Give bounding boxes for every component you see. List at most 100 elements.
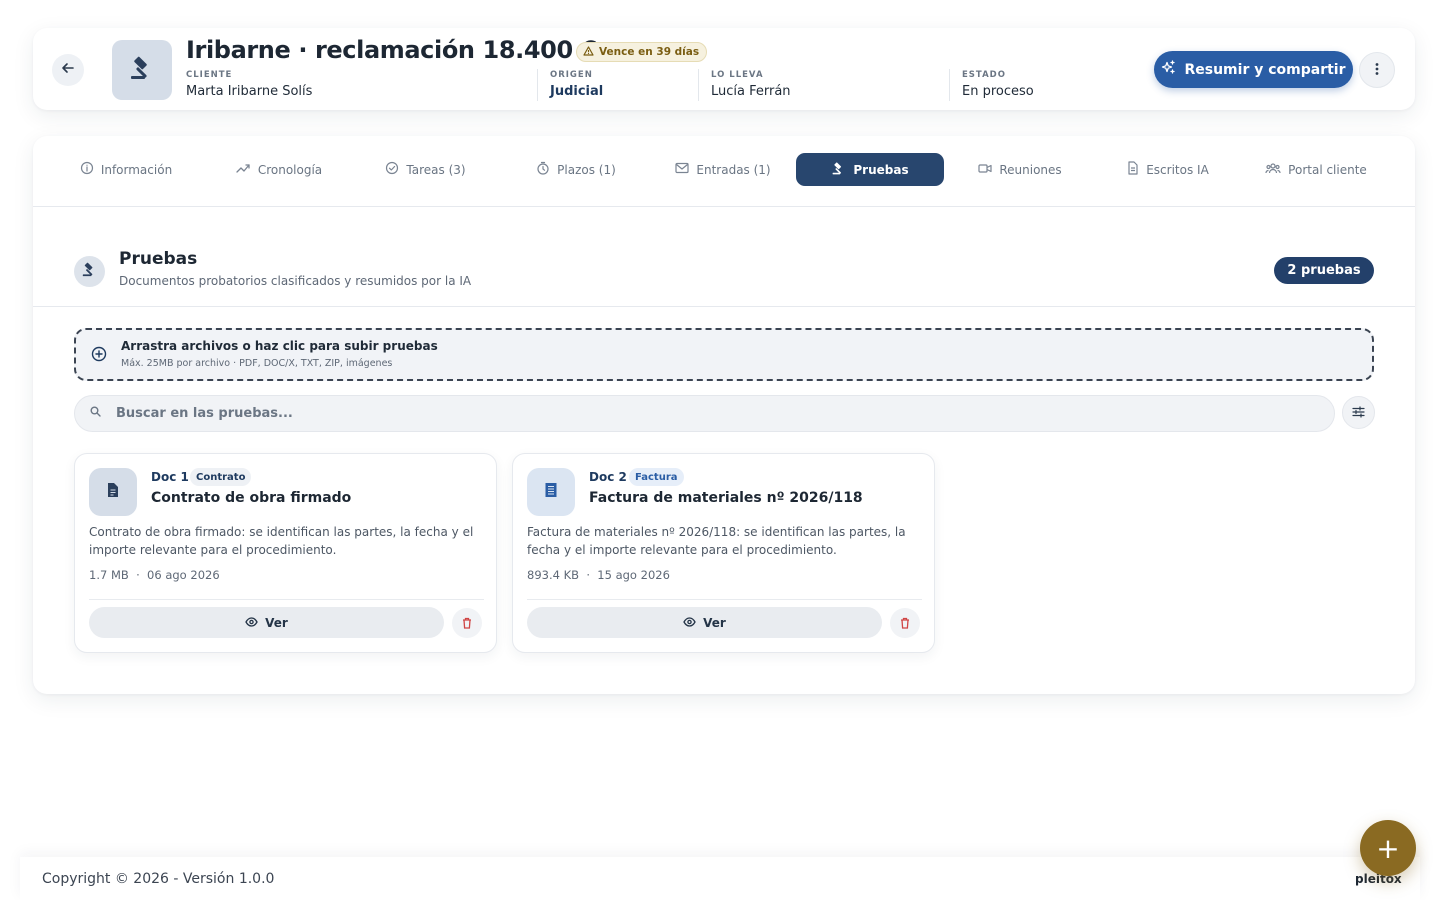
plus-circle-icon xyxy=(91,346,107,366)
add-fab-button[interactable]: + xyxy=(1360,820,1416,876)
more-vertical-icon xyxy=(1375,61,1379,80)
evidence-panel: Información Cronología Tareas (3) Plazos… xyxy=(33,136,1415,694)
document-type-badge: Contrato xyxy=(190,468,252,486)
tab-label: Información xyxy=(100,162,173,177)
warning-icon xyxy=(583,45,594,59)
tab-escritos-ia[interactable]: Escritos IA xyxy=(1118,153,1218,186)
document-summary: Contrato de obra firmado: se identifican… xyxy=(89,525,474,557)
receipt-icon xyxy=(544,482,558,502)
meta-origin: ORIGEN Judicial xyxy=(550,70,603,99)
meta-value[interactable]: Judicial xyxy=(550,84,603,99)
tab-label: Cronología xyxy=(257,162,323,177)
document-date: 06 ago 2026 xyxy=(147,568,220,582)
delete-button[interactable] xyxy=(890,608,920,638)
evidence-count-badge: 2 pruebas xyxy=(1274,257,1374,284)
tab-entradas[interactable]: Entradas (1) xyxy=(668,153,778,186)
view-button[interactable]: Ver xyxy=(89,607,444,638)
case-title: Iribarne · reclamación 18.400 € xyxy=(186,36,598,64)
search-input[interactable] xyxy=(116,396,1316,431)
document-meta: 1.7 MB · 06 ago 2026 xyxy=(89,568,220,582)
divider xyxy=(33,306,1415,307)
trend-icon xyxy=(236,162,251,177)
tab-pruebas[interactable]: Pruebas xyxy=(796,153,944,186)
meta-value: Lucía Ferrán xyxy=(711,84,791,99)
users-icon xyxy=(1265,162,1281,177)
upload-dropzone[interactable]: Arrastra archivos o haz clic para subir … xyxy=(74,328,1374,381)
tab-tareas[interactable]: Tareas (3) xyxy=(373,153,478,186)
due-date-label: Vence en 39 días xyxy=(599,46,700,58)
separator: · xyxy=(582,568,594,582)
tab-informacion[interactable]: Información xyxy=(66,153,186,186)
view-button[interactable]: Ver xyxy=(527,607,882,638)
footer: Copyright © 2026 - Versión 1.0.0 pleitox xyxy=(20,857,1420,900)
eye-icon xyxy=(245,616,258,630)
meta-assignee: LO LLEVA Lucía Ferrán xyxy=(711,70,791,99)
back-button[interactable] xyxy=(52,54,84,86)
info-icon xyxy=(80,161,94,178)
document-name: Factura de materiales nº 2026/118 xyxy=(589,490,863,506)
evidence-search xyxy=(74,395,1335,432)
plus-icon: + xyxy=(1376,831,1400,865)
section-title: Pruebas xyxy=(119,249,198,269)
sliders-icon xyxy=(1352,403,1365,422)
view-label: Ver xyxy=(265,615,288,630)
tab-label: Reuniones xyxy=(999,162,1062,177)
tab-reuniones[interactable]: Reuniones xyxy=(970,153,1070,186)
evidence-card: Doc 1 Contrato Contrato de obra firmado … xyxy=(74,453,497,653)
trash-icon xyxy=(462,614,472,633)
meta-label: CLIENTE xyxy=(186,70,233,80)
dropzone-title: Arrastra archivos o haz clic para subir … xyxy=(121,339,438,353)
meta-label: LO LLEVA xyxy=(711,70,764,80)
divider xyxy=(698,69,699,101)
summarize-share-label: Resumir y compartir xyxy=(1184,61,1346,78)
meta-label: ESTADO xyxy=(962,70,1006,80)
tab-cronologia[interactable]: Cronología xyxy=(219,153,339,186)
meta-value: Marta Iribarne Solís xyxy=(186,84,313,99)
video-icon xyxy=(978,163,992,177)
separator: · xyxy=(132,568,144,582)
tab-label: Tareas (3) xyxy=(406,162,466,177)
tab-plazos[interactable]: Plazos (1) xyxy=(526,153,626,186)
section-subtitle: Documentos probatorios clasificados y re… xyxy=(119,274,472,288)
meta-label: ORIGEN xyxy=(550,70,593,80)
evidence-card: Doc 2 Factura Factura de materiales nº 2… xyxy=(512,453,935,653)
summarize-share-button[interactable]: Resumir y compartir xyxy=(1154,51,1353,88)
search-icon xyxy=(90,406,101,420)
tab-portal-cliente[interactable]: Portal cliente xyxy=(1256,153,1376,186)
gavel-icon xyxy=(81,261,98,282)
document-number: Doc 2 xyxy=(589,470,627,484)
tab-label: Portal cliente xyxy=(1288,162,1367,177)
document-summary: Factura de materiales nº 2026/118: se id… xyxy=(527,525,906,557)
tab-label: Entradas (1) xyxy=(696,162,771,177)
sparkles-icon xyxy=(1161,60,1176,79)
copyright-text: Copyright © 2026 - Versión 1.0.0 xyxy=(42,871,275,887)
filter-button[interactable] xyxy=(1342,396,1375,429)
file-text-icon xyxy=(106,482,120,502)
document-type-badge: Factura xyxy=(629,468,684,486)
document-number: Doc 1 xyxy=(151,470,189,484)
divider xyxy=(89,599,484,600)
document-icon xyxy=(1127,161,1139,178)
delete-button[interactable] xyxy=(452,608,482,638)
meta-value: En proceso xyxy=(962,84,1034,99)
case-tabs: Información Cronología Tareas (3) Plazos… xyxy=(33,136,1415,207)
meta-client: CLIENTE Marta Iribarne Solís xyxy=(186,70,312,99)
more-options-button[interactable] xyxy=(1359,52,1395,88)
due-date-badge: Vence en 39 días xyxy=(576,42,708,62)
document-thumbnail xyxy=(527,468,575,516)
timer-icon xyxy=(536,161,550,178)
document-name: Contrato de obra firmado xyxy=(151,490,352,506)
document-size: 1.7 MB xyxy=(89,568,129,582)
check-circle-icon xyxy=(385,161,399,178)
divider xyxy=(527,599,922,600)
document-date: 15 ago 2026 xyxy=(597,568,670,582)
gavel-icon xyxy=(831,161,846,179)
trash-icon xyxy=(900,614,910,633)
view-label: Ver xyxy=(703,615,726,630)
case-header: Iribarne · reclamación 18.400 € Vence en… xyxy=(33,28,1415,110)
divider xyxy=(949,69,950,101)
section-icon xyxy=(74,256,105,287)
meta-status: ESTADO En proceso xyxy=(962,70,1034,99)
gavel-icon xyxy=(128,54,156,86)
tab-label: Plazos (1) xyxy=(557,162,616,177)
